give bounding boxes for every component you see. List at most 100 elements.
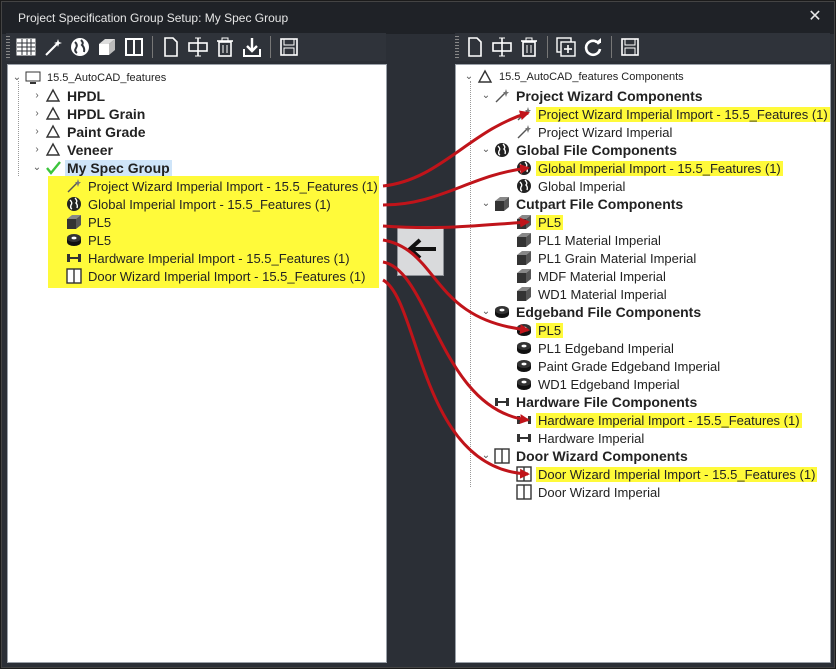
- hardware-icon: [66, 250, 82, 266]
- copy-icon[interactable]: [159, 35, 183, 59]
- section-4-item-0[interactable]: Hardware Imperial Import - 15.5_Features…: [516, 411, 802, 429]
- cutpart-icon: [66, 214, 82, 230]
- section-3-item-3[interactable]: WD1 Edgeband Imperial: [516, 375, 682, 393]
- section-1[interactable]: ⌄ Global File Components: [481, 141, 679, 159]
- import-icon[interactable]: [240, 35, 264, 59]
- hardware-icon: [494, 394, 510, 410]
- move-left-button[interactable]: [397, 226, 444, 276]
- toolbar-separator: [611, 36, 612, 58]
- left-item-project-wizard[interactable]: Project Wizard Imperial Import - 15.5_Fe…: [66, 177, 380, 195]
- save-icon[interactable]: [277, 35, 301, 59]
- section-1-item-0-label: Global Imperial Import - 15.5_Features (…: [536, 160, 783, 176]
- collapse-toggle[interactable]: ⌄: [481, 307, 491, 317]
- add-group-icon[interactable]: [554, 35, 578, 59]
- left-item-global[interactable]: Global Imperial Import - 15.5_Features (…: [66, 195, 333, 213]
- tree-root[interactable]: ⌄ 15.5_AutoCAD_features: [12, 69, 168, 87]
- globe-icon[interactable]: [68, 35, 92, 59]
- cutpart-icon[interactable]: [95, 35, 119, 59]
- refresh-icon[interactable]: [581, 35, 605, 59]
- trash-icon[interactable]: [517, 35, 541, 59]
- section-5[interactable]: ⌄ Door Wizard Components: [481, 447, 690, 465]
- expand-toggle[interactable]: ›: [32, 127, 42, 137]
- collapse-toggle[interactable]: ⌄: [32, 163, 42, 173]
- left-item-hardware[interactable]: Hardware Imperial Import - 15.5_Features…: [66, 249, 352, 267]
- tree-group-my-spec-group[interactable]: ⌄ My Spec Group: [32, 159, 172, 177]
- globe-icon: [494, 142, 510, 158]
- recycle-icon: [45, 142, 61, 158]
- tree-group-paint-grade[interactable]: › Paint Grade: [32, 123, 148, 141]
- expand-toggle[interactable]: ›: [32, 109, 42, 119]
- section-5-item-0-label: Door Wizard Imperial Import - 15.5_Featu…: [536, 466, 818, 482]
- collapse-toggle[interactable]: ⌄: [481, 91, 491, 101]
- left-item-door-wizard[interactable]: Door Wizard Imperial Import - 15.5_Featu…: [66, 267, 367, 285]
- section-1-item-0[interactable]: Global Imperial Import - 15.5_Features (…: [516, 159, 783, 177]
- section-2-item-0[interactable]: PL5: [516, 213, 564, 231]
- section-2-item-3[interactable]: MDF Material Imperial: [516, 267, 668, 285]
- section-5-item-1[interactable]: Door Wizard Imperial: [516, 483, 662, 501]
- collapse-toggle[interactable]: ⌄: [12, 73, 22, 83]
- collapse-toggle[interactable]: ⌄: [464, 72, 474, 82]
- trash-icon[interactable]: [213, 35, 237, 59]
- section-4[interactable]: ⌄ Hardware File Components: [481, 393, 699, 411]
- section-3-item-2[interactable]: Paint Grade Edgeband Imperial: [516, 357, 722, 375]
- section-2-item-3-label: MDF Material Imperial: [538, 268, 666, 284]
- toolbar-grip[interactable]: [455, 36, 459, 58]
- expand-toggle[interactable]: ›: [32, 91, 42, 101]
- section-3-item-3-label: WD1 Edgeband Imperial: [538, 376, 680, 392]
- section-2[interactable]: ⌄ Cutpart File Components: [481, 195, 685, 213]
- insert-icon[interactable]: [490, 35, 514, 59]
- section-2-item-4[interactable]: WD1 Material Imperial: [516, 285, 669, 303]
- toolbar-separator: [270, 36, 271, 58]
- section-2-item-1[interactable]: PL1 Material Imperial: [516, 231, 663, 249]
- section-5-label: Door Wizard Components: [516, 448, 688, 464]
- collapse-toggle[interactable]: ⌄: [481, 397, 491, 407]
- section-4-item-1[interactable]: Hardware Imperial: [516, 429, 646, 447]
- section-0-item-0[interactable]: Project Wizard Imperial Import - 15.5_Fe…: [516, 105, 830, 123]
- collapse-toggle[interactable]: ⌄: [481, 199, 491, 209]
- insert-icon[interactable]: [186, 35, 210, 59]
- item-label: Project Wizard Imperial Import - 15.5_Fe…: [88, 178, 378, 194]
- close-button[interactable]: ✕: [806, 8, 824, 26]
- panel-divider: [388, 64, 454, 663]
- section-5-item-1-label: Door Wizard Imperial: [538, 484, 661, 500]
- magic-wand-icon: [66, 178, 82, 194]
- section-3-item-0[interactable]: PL5: [516, 321, 564, 339]
- section-3[interactable]: ⌄ Edgeband File Components: [481, 303, 703, 321]
- item-label: PL5: [88, 214, 112, 230]
- expand-toggle[interactable]: ›: [32, 145, 42, 155]
- table-icon[interactable]: [14, 35, 38, 59]
- magic-wand-icon: [516, 106, 532, 122]
- copy-icon[interactable]: [463, 35, 487, 59]
- magic-wand-icon[interactable]: [41, 35, 65, 59]
- section-3-item-1[interactable]: PL1 Edgeband Imperial: [516, 339, 676, 357]
- door-icon[interactable]: [122, 35, 146, 59]
- tree-group-hpdl[interactable]: › HPDL: [32, 87, 107, 105]
- cutpart-icon: [516, 250, 532, 266]
- magic-wand-icon: [494, 88, 510, 104]
- section-3-item-0-label: PL5: [536, 322, 564, 338]
- section-0-item-1[interactable]: Project Wizard Imperial: [516, 123, 674, 141]
- left-item-cutpart-pl5[interactable]: PL5: [66, 213, 113, 231]
- tree-root-label: 15.5_AutoCAD_features: [47, 72, 167, 84]
- tree-group-label: HPDL: [67, 88, 106, 104]
- collapse-toggle[interactable]: ⌄: [481, 451, 491, 461]
- globe-icon: [516, 160, 532, 176]
- recycle-icon: [477, 69, 493, 85]
- edgeband-roll-icon: [66, 232, 82, 248]
- save-icon[interactable]: [618, 35, 642, 59]
- section-5-item-0[interactable]: Door Wizard Imperial Import - 15.5_Featu…: [516, 465, 818, 483]
- section-0[interactable]: ⌄ Project Wizard Components: [481, 87, 705, 105]
- collapse-toggle[interactable]: ⌄: [481, 145, 491, 155]
- spec-group-tree[interactable]: ⌄ 15.5_AutoCAD_features › HPDL › HPDL Gr…: [7, 64, 387, 663]
- section-1-item-1[interactable]: Global Imperial: [516, 177, 627, 195]
- cutpart-icon: [516, 214, 532, 230]
- door-icon: [516, 466, 532, 482]
- tree-group-veneer[interactable]: › Veneer: [32, 141, 115, 159]
- toolbar-grip[interactable]: [6, 36, 10, 58]
- components-root[interactable]: ⌄ 15.5_AutoCAD_features Components: [464, 68, 686, 86]
- section-2-item-2[interactable]: PL1 Grain Material Imperial: [516, 249, 698, 267]
- left-item-edgeband-pl5[interactable]: PL5: [66, 231, 113, 249]
- tree-line: [470, 81, 471, 487]
- tree-group-hpdl-grain[interactable]: › HPDL Grain: [32, 105, 147, 123]
- arrow-left-icon: [404, 237, 438, 266]
